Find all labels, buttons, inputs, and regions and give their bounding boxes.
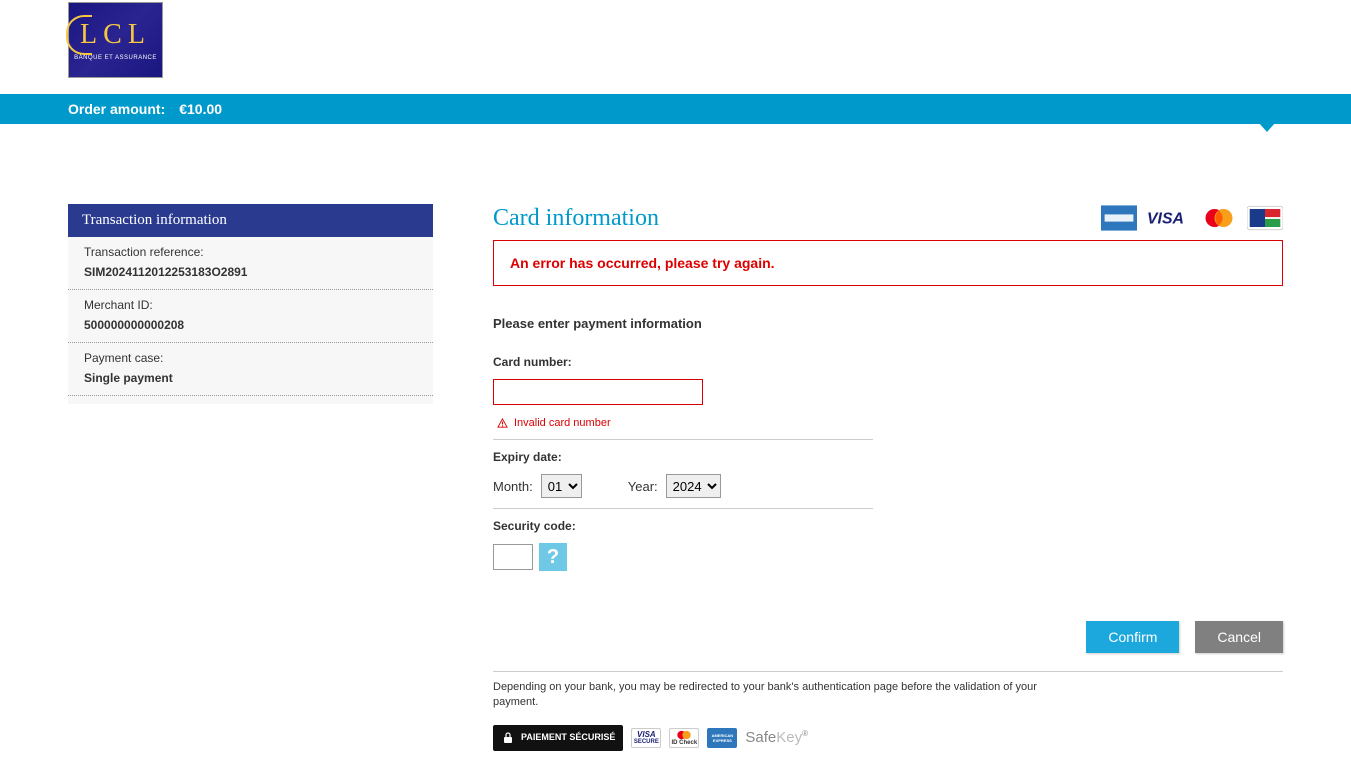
form-intro: Please enter payment information <box>493 316 1283 331</box>
logo-text: LCL <box>80 19 151 51</box>
mastercard-idcheck-badge: ID Check <box>669 728 699 748</box>
mastercard-icon <box>1201 204 1237 232</box>
svg-text:VISA: VISA <box>1147 210 1184 227</box>
paiement-securise-badge: PAIEMENT SÉCURISÉ <box>493 725 623 751</box>
logo-subtitle: BANQUE ET ASSURANCE <box>74 55 157 61</box>
merchant-id-row: Merchant ID: 500000000000208 <box>68 290 433 343</box>
month-select[interactable]: 01 <box>541 474 582 498</box>
mastercard-mini-icon <box>675 730 693 740</box>
lock-icon <box>501 731 515 745</box>
security-code-block: Security code: ? <box>493 508 873 581</box>
form-actions: Confirm Cancel <box>493 621 1283 672</box>
expiry-label: Expiry date: <box>493 450 873 464</box>
payment-case-value: Single payment <box>84 371 417 385</box>
amex-icon <box>1101 204 1137 232</box>
month-label: Month: <box>493 479 533 494</box>
security-code-label: Security code: <box>493 519 873 533</box>
year-label: Year: <box>628 479 658 494</box>
payment-case-label: Payment case: <box>84 351 417 365</box>
card-number-error-text: Invalid card number <box>514 417 611 429</box>
payment-case-row: Payment case: Single payment <box>68 343 433 396</box>
visa-icon: VISA <box>1147 204 1191 232</box>
amount-bar-pointer <box>1259 123 1275 132</box>
cb-icon <box>1247 204 1283 232</box>
paiement-securise-text: PAIEMENT SÉCURISÉ <box>521 733 615 742</box>
security-logos: PAIEMENT SÉCURISÉ VISA SECURE ID Check A… <box>493 725 1283 751</box>
order-amount-bar: Order amount: €10.00 <box>0 94 1351 124</box>
order-amount-value: €10.00 <box>179 101 222 117</box>
transaction-sidebar: Transaction information Transaction refe… <box>68 204 433 751</box>
confirm-button[interactable]: Confirm <box>1086 621 1179 653</box>
transaction-reference-value: SIM2024112012253183O2891 <box>84 265 417 279</box>
merchant-id-label: Merchant ID: <box>84 298 417 312</box>
year-select[interactable]: 2024 <box>666 474 721 498</box>
transaction-reference-row: Transaction reference: SIM20241120122531… <box>68 237 433 290</box>
card-number-block: Card number: Invalid card number <box>493 345 873 439</box>
visa-secure-badge: VISA SECURE <box>631 728 661 748</box>
disclaimer-text: Depending on your bank, you may be redir… <box>493 672 1053 725</box>
security-code-input[interactable] <box>493 544 533 570</box>
header: LCL BANQUE ET ASSURANCE <box>68 0 1283 94</box>
merchant-id-value: 500000000000208 <box>84 318 417 332</box>
bank-logo: LCL BANQUE ET ASSURANCE <box>68 2 163 78</box>
card-number-error: Invalid card number <box>493 417 873 429</box>
card-information-panel: Card information VISA An error has occur… <box>493 204 1283 751</box>
amex-mini-badge: AMERICAN EXPRESS <box>707 728 737 748</box>
card-number-input[interactable] <box>493 379 703 405</box>
panel-title: Card information <box>493 205 659 232</box>
safekey-badge: SafeKey® <box>745 729 808 746</box>
security-code-help-button[interactable]: ? <box>539 543 567 571</box>
accepted-card-logos: VISA <box>1101 204 1283 232</box>
transaction-reference-label: Transaction reference: <box>84 245 417 259</box>
card-number-label: Card number: <box>493 355 873 369</box>
sidebar-title: Transaction information <box>68 204 433 237</box>
cancel-button[interactable]: Cancel <box>1195 621 1283 653</box>
error-message: An error has occurred, please try again. <box>493 240 1283 286</box>
warning-icon <box>497 418 508 429</box>
order-amount-label: Order amount: <box>68 101 165 117</box>
expiry-block: Expiry date: Month: 01 Year: 2024 <box>493 439 873 508</box>
